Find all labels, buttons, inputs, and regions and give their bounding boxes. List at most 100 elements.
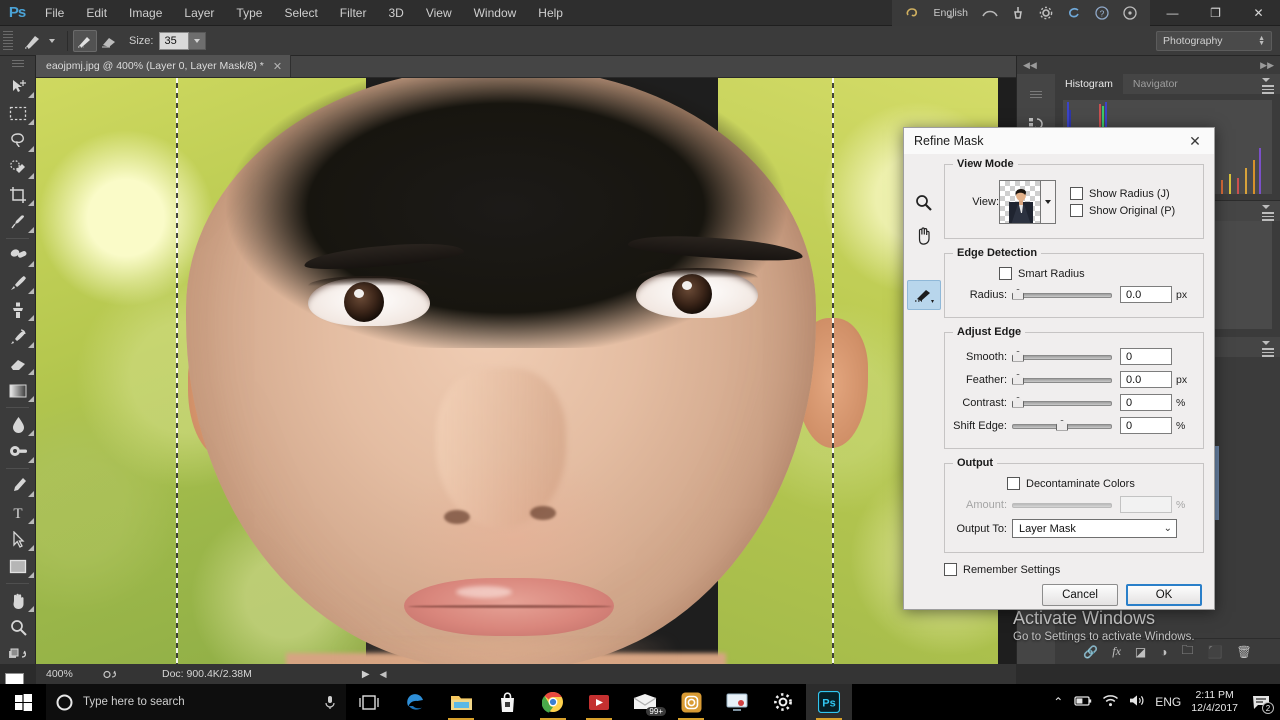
quick-selection-tool[interactable] (0, 154, 36, 181)
tab-histogram[interactable]: Histogram (1055, 74, 1123, 94)
crop-tool[interactable] (0, 181, 36, 208)
contrast-slider[interactable] (1012, 396, 1112, 410)
history-brush-tool[interactable] (0, 323, 36, 350)
fx-icon[interactable]: fx (1112, 644, 1121, 659)
menu-file[interactable]: File (34, 0, 75, 26)
ok-button[interactable]: OK (1126, 584, 1202, 606)
options-bar-grip[interactable] (3, 30, 13, 51)
edge-icon[interactable] (392, 684, 438, 720)
shift-edge-slider-knob[interactable] (1056, 419, 1068, 431)
path-selection-tool[interactable] (0, 526, 36, 553)
contrast-slider-knob[interactable] (1012, 396, 1024, 408)
eraser-tool[interactable] (0, 350, 36, 377)
adjustment-icon[interactable]: ◑ (1160, 645, 1167, 659)
show-hidden-icons-chevron[interactable]: ⌃ (1053, 695, 1063, 709)
blur-tool[interactable] (0, 411, 36, 438)
tool-preset-chevron-icon[interactable] (49, 38, 55, 43)
gradient-tool[interactable] (0, 377, 36, 404)
smart-radius-checkbox[interactable] (999, 267, 1012, 280)
radius-slider-knob[interactable] (1012, 288, 1024, 300)
smooth-slider-knob[interactable] (1012, 350, 1024, 362)
wifi-icon[interactable] (1102, 694, 1119, 710)
menu-edit[interactable]: Edit (75, 0, 118, 26)
panel-menu-icon[interactable] (1262, 341, 1274, 357)
document-tab[interactable]: eaojpmj.jpg @ 400% (Layer 0, Layer Mask/… (36, 55, 292, 77)
brush-add-mode-button[interactable] (73, 29, 97, 52)
menu-filter[interactable]: Filter (329, 0, 378, 26)
remote-desktop-icon[interactable] (714, 684, 760, 720)
show-original-row[interactable]: Show Original (P) (1070, 204, 1175, 217)
rectangle-tool[interactable] (0, 553, 36, 580)
view-mode-dropdown[interactable] (1041, 180, 1056, 224)
dock-collapse-bar[interactable]: ◀◀ ▶▶ (1017, 56, 1280, 74)
zoom-level[interactable]: 400% (46, 668, 88, 680)
hand-tool[interactable] (907, 220, 941, 250)
show-original-checkbox[interactable] (1070, 204, 1083, 217)
group-icon[interactable]: 🗀 (1182, 641, 1194, 662)
search-input[interactable]: Type here to search (46, 684, 346, 720)
chrome-icon[interactable] (530, 684, 576, 720)
lasso-icon[interactable] (898, 0, 926, 26)
gear-icon[interactable] (1032, 0, 1060, 26)
smooth-input[interactable]: 0 (1120, 348, 1172, 365)
pen-tool[interactable] (0, 472, 36, 499)
file-explorer-icon[interactable] (438, 684, 484, 720)
start-button[interactable] (0, 684, 46, 720)
dialog-title-bar[interactable]: Refine Mask ✕ (904, 128, 1214, 154)
workspace-selector[interactable]: Photography ▲ ▼ (1156, 31, 1272, 51)
menu-layer[interactable]: Layer (173, 0, 225, 26)
notifications-button[interactable]: 2 (1248, 684, 1274, 720)
menu-view[interactable]: View (415, 0, 463, 26)
decontaminate-colors-checkbox[interactable] (1007, 477, 1020, 490)
refine-edge-brush-tool-icon[interactable] (18, 30, 48, 52)
feather-slider[interactable] (1012, 373, 1112, 387)
lasso-tool[interactable] (0, 127, 36, 154)
bridge-icon[interactable] (976, 0, 1004, 26)
decontaminate-colors-row[interactable]: Decontaminate Colors (1007, 477, 1195, 490)
status-left-arrow-icon[interactable]: ◀ (380, 669, 387, 680)
restore-button[interactable]: ❐ (1194, 0, 1237, 26)
instagram-icon[interactable] (668, 684, 714, 720)
link-icon[interactable]: 🔗 (1083, 645, 1098, 659)
eyedropper-tool[interactable] (0, 208, 36, 235)
collapse-left-icon[interactable]: ◀◀ (1023, 60, 1037, 71)
hand-tool[interactable] (0, 587, 36, 614)
language-selector[interactable]: English (926, 7, 976, 19)
media-player-icon[interactable] (576, 684, 622, 720)
microphone-icon[interactable] (324, 694, 336, 711)
rail-grip[interactable] (1017, 80, 1055, 110)
rectangular-marquee-tool[interactable] (0, 100, 36, 127)
image-canvas[interactable] (36, 78, 1016, 664)
shift-edge-input[interactable]: 0 (1120, 417, 1172, 434)
menu-help[interactable]: Help (527, 0, 574, 26)
brush-size-input[interactable]: 35 (159, 31, 190, 50)
task-view-icon[interactable] (346, 684, 392, 720)
menu-3d[interactable]: 3D (377, 0, 414, 26)
zoom-tool[interactable] (907, 188, 941, 218)
show-radius-row[interactable]: Show Radius (J) (1070, 187, 1175, 200)
close-icon[interactable]: ✕ (273, 60, 282, 73)
document-settings-icon[interactable] (98, 667, 124, 681)
view-mode-thumbnail[interactable] (999, 180, 1041, 224)
contrast-input[interactable]: 0 (1120, 394, 1172, 411)
photoshop-icon[interactable]: Ps (806, 684, 852, 720)
mask-icon[interactable]: ◪ (1135, 645, 1146, 659)
toolbox-grip[interactable] (11, 60, 24, 69)
output-to-select[interactable]: Layer Mask ⌄ (1012, 519, 1177, 538)
clock[interactable]: 2:11 PM 12/4/2017 (1191, 689, 1238, 715)
radius-slider[interactable] (1012, 288, 1112, 302)
brush-tool[interactable] (0, 269, 36, 296)
info-icon[interactable] (1116, 0, 1144, 26)
delete-icon[interactable]: 🗑 (1236, 645, 1251, 659)
remember-settings-checkbox[interactable] (944, 563, 957, 576)
brush-size-dropdown[interactable] (189, 31, 207, 50)
clone-stamp-tool[interactable] (0, 296, 36, 323)
collapse-right-icon[interactable]: ▶▶ (1260, 60, 1274, 71)
status-expand-icon[interactable]: ▶ (362, 669, 370, 680)
horizontal-type-tool[interactable]: T (0, 499, 36, 526)
mail-icon[interactable]: 99+ (622, 684, 668, 720)
language-indicator[interactable]: ENG (1155, 695, 1181, 709)
browser-icon[interactable] (1060, 0, 1088, 26)
volume-icon[interactable] (1129, 694, 1145, 710)
close-icon[interactable]: ✕ (1184, 130, 1206, 152)
